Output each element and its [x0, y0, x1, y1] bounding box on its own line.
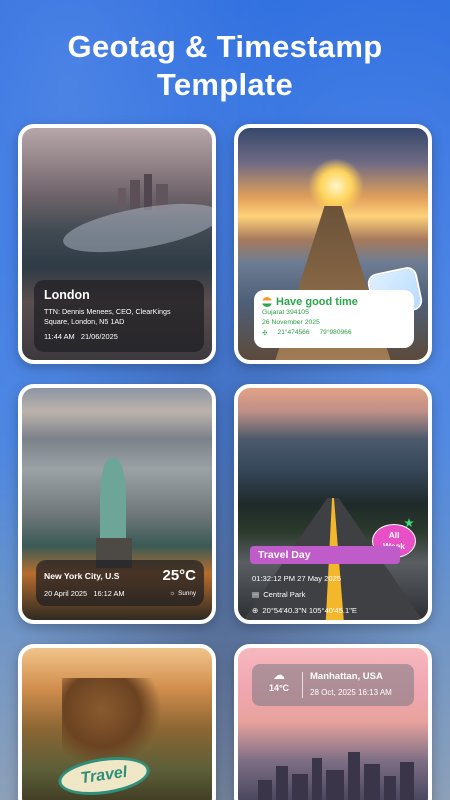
- geotag-panel-manhattan: ☁ 14°C Manhattan, USA 28 Oct, 2025 16:13…: [252, 664, 414, 706]
- sun: [308, 158, 364, 214]
- travel-coords: 20°54'40.3"N 105°40'45.1"E: [262, 606, 357, 615]
- travel-day-tag: Travel Day: [250, 546, 400, 564]
- template-card-newyork[interactable]: New York City, U.S 20 April 2025 16:12 A…: [18, 384, 216, 624]
- map-icon: ▤: [252, 590, 260, 599]
- ny-temperature: 25°C: [162, 567, 196, 584]
- sunset-lat: 21°474566: [277, 329, 310, 336]
- ny-city: New York City, U.S: [44, 571, 120, 581]
- template-card-manhattan[interactable]: ☁ 14°C Manhattan, USA 28 Oct, 2025 16:13…: [234, 644, 432, 800]
- travel-place-row: ▤ Central Park: [252, 590, 305, 599]
- london-address: TTN: Dennis Menees, CEO, ClearKings Squa…: [44, 307, 171, 326]
- template-card-sunset[interactable]: Have good time Gujarat 394105 26 Novembe…: [234, 124, 432, 364]
- lion: [62, 678, 162, 768]
- ny-timestamp: 20 April 2025 16:12 AM: [44, 589, 125, 598]
- title-line-1: Geotag & Timestamp: [67, 29, 383, 64]
- sunset-date: 26 November 2025: [262, 319, 320, 326]
- template-card-travel-day[interactable]: All Week Travel Day 01:32:12 PM 27 May 2…: [234, 384, 432, 624]
- compass-icon: ✣: [262, 330, 268, 337]
- manhattan-skyline: [238, 740, 428, 800]
- manhattan-temperature: 14°C: [268, 683, 290, 693]
- travel-datetime: 01:32:12 PM 27 May 2025: [252, 574, 342, 583]
- india-flag-icon: [262, 297, 272, 307]
- geotag-panel-newyork: New York City, U.S 20 April 2025 16:12 A…: [36, 560, 204, 606]
- geotag-panel-good-time: Have good time Gujarat 394105 26 Novembe…: [254, 290, 414, 348]
- manhattan-city: Manhattan, USA: [310, 671, 383, 682]
- ny-time: 16:12 AM: [93, 589, 125, 598]
- travel-place: Central Park: [263, 590, 306, 599]
- title-line-2: Template: [156, 67, 294, 102]
- crosshair-icon: ⊕: [252, 606, 259, 615]
- good-time-heading: Have good time: [262, 296, 406, 308]
- page-title: Geotag & Timestamp Template: [0, 28, 450, 104]
- travel-coords-row: ⊕ 20°54'40.3"N 105°40'45.1"E: [252, 606, 357, 615]
- geotag-panel-london: London TTN: Dennis Menees, CEO, ClearKin…: [34, 280, 204, 352]
- template-card-london[interactable]: London TTN: Dennis Menees, CEO, ClearKin…: [18, 124, 216, 364]
- template-card-lion[interactable]: Travel: [18, 644, 216, 800]
- travel-datetime-row: 01:32:12 PM 27 May 2025: [252, 574, 341, 583]
- london-timestamp: 11:44 AM 21/06/2025: [44, 332, 194, 341]
- manhattan-weather: ☁ 14°C: [262, 668, 296, 693]
- partly-cloudy-icon: ☁: [273, 668, 285, 682]
- good-time-title: Have good time: [276, 296, 358, 308]
- ny-date: 20 April 2025: [44, 589, 88, 598]
- all-week-line-1: All: [388, 530, 400, 540]
- divider: [302, 672, 303, 698]
- sunset-coordinates: ✣ 21°474566 79°980966: [262, 329, 406, 337]
- sunset-location: Gujarat 394105: [262, 309, 309, 316]
- london-date: 21/06/2025: [80, 332, 118, 341]
- ny-weather: ☼ Sunny: [169, 590, 196, 597]
- sun-icon: ☼: [169, 590, 176, 597]
- london-time: 11:44 AM: [44, 332, 75, 341]
- ny-weather-label: Sunny: [178, 590, 196, 597]
- manhattan-datetime: 28 Oct, 2025 16:13 AM: [310, 688, 392, 697]
- sunset-lon: 79°980966: [319, 329, 352, 336]
- london-city: London: [44, 288, 90, 302]
